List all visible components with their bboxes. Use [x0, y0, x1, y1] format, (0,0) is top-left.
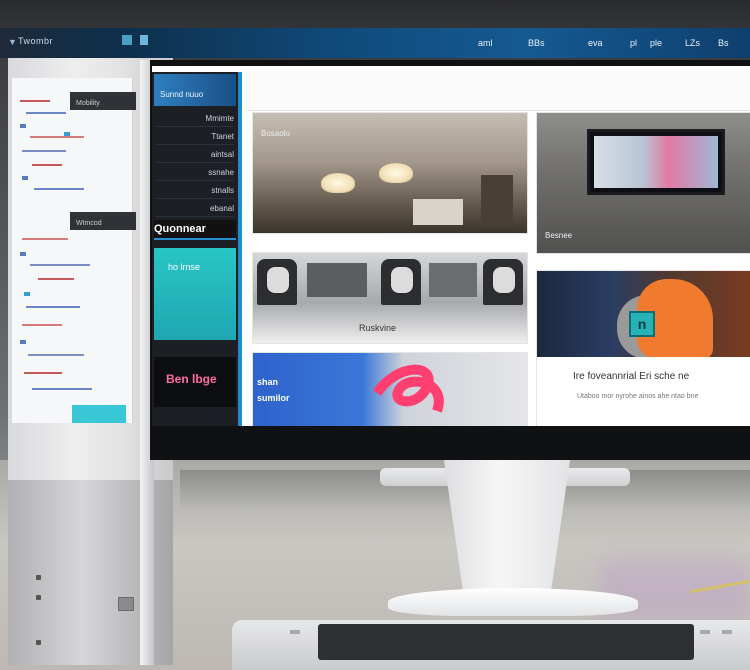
- menu-item[interactable]: LZs: [685, 38, 700, 48]
- menu-item[interactable]: ple: [650, 38, 662, 48]
- doc-header-label: Wtmcod: [76, 220, 102, 227]
- diagram-node: [24, 292, 30, 296]
- toolbar-icon[interactable]: [140, 35, 148, 45]
- toolbar-icon[interactable]: [122, 35, 132, 45]
- card-tag: Bosaolo: [261, 129, 290, 138]
- menu-item[interactable]: BBs: [528, 38, 545, 48]
- diagram-node: [22, 176, 28, 180]
- usb-port-icon: [36, 595, 41, 600]
- diagram-connector: [34, 188, 84, 190]
- diagram-node: [20, 340, 26, 344]
- sidebar-item[interactable]: Mmimte: [156, 112, 234, 127]
- tv-display: [587, 129, 725, 195]
- featured-subtitle: Utaboo mor nyrohe ainos ahe ntao bne: [577, 393, 699, 400]
- diagram-connector: [20, 100, 50, 102]
- key[interactable]: [290, 630, 300, 634]
- card-lobby[interactable]: Bosaolo: [252, 112, 528, 234]
- counter: [413, 199, 463, 225]
- sidebar-item[interactable]: stnalls: [156, 184, 234, 199]
- printer-slot: [267, 267, 289, 293]
- usb-port-icon: [36, 575, 41, 580]
- printer-slot: [493, 267, 515, 293]
- ceiling-lamp: [379, 163, 413, 183]
- app-logo-icon: ▼: [8, 37, 17, 47]
- diagram-connector: [26, 112, 66, 114]
- brand-logo-icon: n: [629, 311, 655, 337]
- diagram-connector: [28, 354, 84, 356]
- audio-port-icon: [36, 640, 41, 645]
- doc-highlight-block: [72, 405, 126, 423]
- diagram-node: [64, 132, 70, 136]
- sidebar-header-label: Sunnd nuuo: [160, 90, 204, 99]
- diagram-connector: [30, 264, 90, 266]
- printer-slot: [391, 267, 413, 293]
- tv-picture: [594, 136, 718, 188]
- device-panel: [307, 263, 367, 297]
- menu-item[interactable]: aml: [478, 38, 493, 48]
- card-printers[interactable]: Ruskvine: [252, 252, 528, 344]
- app-sidebar: Sunnd nuuo Mmimte Ttanet aintsal ssnahe …: [152, 72, 238, 426]
- app-top-bar: [0, 28, 750, 58]
- card-tag: Besnee: [545, 231, 573, 240]
- doc-header-label: Mobility: [76, 100, 100, 107]
- sidebar-item[interactable]: ssnahe: [156, 166, 234, 181]
- stand-base: [388, 588, 638, 616]
- cabinet: [481, 175, 513, 225]
- content-header: [246, 70, 750, 111]
- overlay-text: shan: [257, 377, 279, 387]
- tower-power-button[interactable]: [118, 597, 134, 611]
- diagram-connector: [22, 150, 66, 152]
- sidebar-divider: [238, 72, 242, 426]
- diagram-connector: [32, 164, 62, 166]
- diagram-connector: [22, 238, 68, 240]
- diagram-connector: [38, 278, 74, 280]
- sidebar-item[interactable]: aintsal: [156, 148, 234, 163]
- diagram-node: [20, 252, 26, 256]
- key[interactable]: [722, 630, 732, 634]
- card-featured[interactable]: n Ire foveannrial Eri sche ne Utaboo mor…: [536, 270, 750, 426]
- menu-item[interactable]: Bs: [718, 38, 729, 48]
- promo-tile-label: ho lrnse: [168, 262, 201, 272]
- flowchart-document: Mobility Wtmcod: [12, 78, 136, 423]
- device-panel: [429, 263, 477, 297]
- overlay-text: sumilor: [257, 393, 290, 403]
- key[interactable]: [700, 630, 710, 634]
- sidebar-header[interactable]: Sunnd nuuo: [154, 74, 236, 106]
- doc-header-top: Mobility: [70, 92, 136, 110]
- ceiling-lamp: [321, 173, 355, 193]
- featured-title: Ire foveannrial Eri sche ne: [573, 371, 690, 382]
- menu-item[interactable]: pl: [630, 38, 637, 48]
- diagram-connector: [26, 306, 80, 308]
- diagram-connector: [24, 372, 62, 374]
- sidebar-item[interactable]: Ttanet: [156, 130, 234, 145]
- card-abstract[interactable]: shan sumilor: [252, 352, 528, 426]
- card-caption: Ruskvine: [359, 323, 397, 333]
- featured-image: n: [537, 271, 750, 357]
- diagram-connector: [32, 388, 92, 390]
- diagram-connector: [30, 136, 84, 138]
- sidebar-item[interactable]: ebanal: [156, 202, 234, 217]
- diagram-connector: [22, 324, 62, 326]
- diagram-node: [20, 124, 26, 128]
- doc-header-middle: Wtmcod: [70, 212, 136, 230]
- card-tv[interactable]: Besnee: [536, 112, 750, 254]
- sidebar-section-heading[interactable]: Quonnear: [154, 220, 236, 240]
- sidebar-promo-label: Ben lbge: [166, 372, 217, 386]
- app-title: Twombr: [18, 36, 54, 46]
- pink-ribbon-icon: [372, 364, 444, 413]
- sidebar-promo-tile[interactable]: ho lrnse: [154, 248, 236, 340]
- monitor-screen: Sunnd nuuo Mmimte Ttanet aintsal ssnahe …: [152, 66, 750, 426]
- menu-item[interactable]: eva: [588, 38, 603, 48]
- keyboard-keys[interactable]: [318, 624, 694, 660]
